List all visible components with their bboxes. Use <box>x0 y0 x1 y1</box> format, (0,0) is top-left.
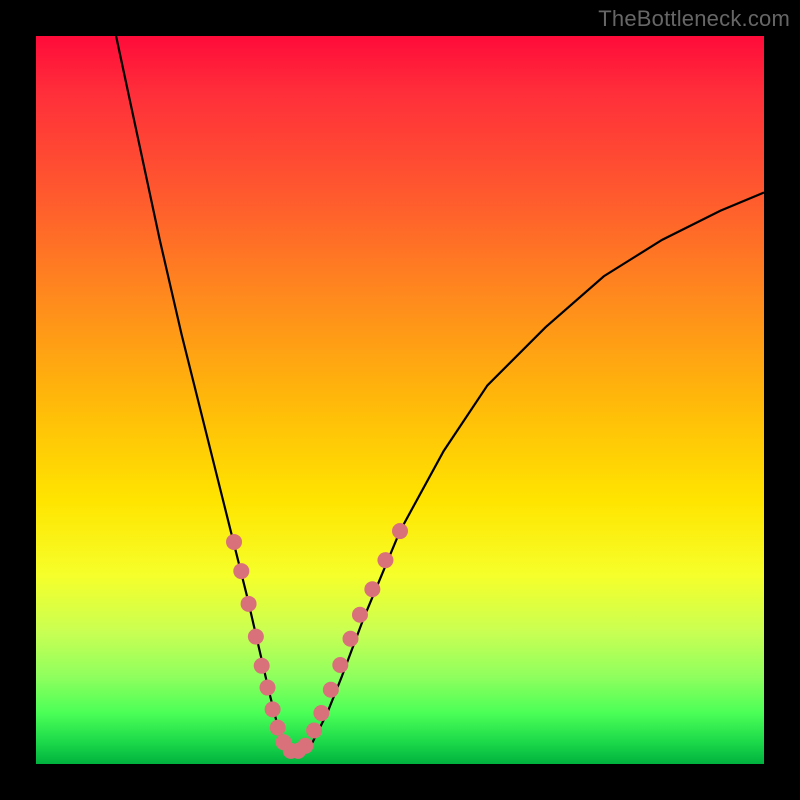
curve-marker <box>241 596 257 612</box>
curve-marker <box>343 631 359 647</box>
watermark-text: TheBottleneck.com <box>598 6 790 32</box>
curve-marker <box>265 701 281 717</box>
curve-marker <box>306 723 322 739</box>
curve-marker <box>323 682 339 698</box>
curve-marker <box>332 657 348 673</box>
curve-marker <box>226 534 242 550</box>
curve-marker <box>313 705 329 721</box>
curve-marker <box>254 658 270 674</box>
curve-marker <box>392 523 408 539</box>
marker-group <box>226 523 408 759</box>
curve-marker <box>377 552 393 568</box>
curve-marker <box>233 563 249 579</box>
curve-marker <box>248 629 264 645</box>
curve-marker <box>270 720 286 736</box>
curve-marker <box>364 581 380 597</box>
curve-marker <box>260 680 276 696</box>
curve-marker <box>352 607 368 623</box>
chart-frame: TheBottleneck.com <box>0 0 800 800</box>
curve-svg <box>36 36 764 764</box>
curve-marker <box>297 738 313 754</box>
plot-area <box>36 36 764 764</box>
bottleneck-curve <box>116 36 764 753</box>
